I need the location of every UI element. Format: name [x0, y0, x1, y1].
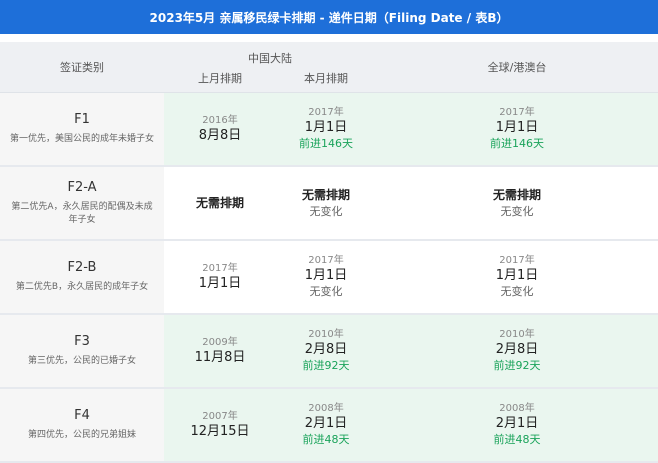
change-note: 无变化 — [309, 285, 343, 298]
change-note: 前进146天 — [490, 137, 544, 150]
year-label: 2017年 — [308, 255, 344, 266]
date-label: 2月8日 — [495, 342, 539, 357]
header-mainland: 中国大陆 — [248, 52, 292, 65]
page: 2023年5月 亲属移民绿卡排期 - 递件日期（Filing Date / 表B… — [0, 0, 658, 463]
year-label: 2009年 — [202, 337, 238, 348]
category-cell: F2-B 第二优先B，永久居民的成年子女 — [0, 241, 164, 313]
category-desc: 第三优先，公民的已婚子女 — [27, 356, 136, 366]
year-label: 2010年 — [308, 329, 344, 340]
date-label: 8月8日 — [198, 128, 242, 143]
last-month-cell: 无需排期 — [164, 167, 276, 239]
global-cell: 2010年 2月8日 前进92天 — [376, 315, 658, 387]
change-note: 前进48天 — [493, 433, 541, 446]
this-month-cell: 2008年 2月1日 前进48天 — [276, 389, 376, 461]
category-code: F4 — [74, 408, 90, 423]
year-label: 2017年 — [308, 107, 344, 118]
change-note: 前进92天 — [493, 359, 541, 372]
year-label: 2017年 — [202, 263, 238, 274]
change-note: 前进146天 — [299, 137, 353, 150]
last-month-cell: 2017年 1月1日 — [164, 241, 276, 313]
category-cell: F1 第一优先，美国公民的成年未婚子女 — [0, 93, 164, 165]
category-code: F3 — [74, 334, 90, 349]
category-desc: 第二优先B，永久居民的成年子女 — [15, 282, 149, 292]
status-label: 无需排期 — [492, 188, 541, 202]
table-row: F4 第四优先，公民的兄弟姐妹 2007年 12月15日 2008年 2月1日 … — [0, 389, 658, 463]
header-last-month: 上月排期 — [198, 72, 242, 85]
year-label: 2010年 — [499, 329, 535, 340]
this-month-cell: 无需排期 无变化 — [276, 167, 376, 239]
year-label: 2016年 — [202, 115, 238, 126]
date-label: 1月1日 — [304, 120, 348, 135]
date-label: 1月1日 — [304, 268, 348, 283]
change-note: 前进92天 — [302, 359, 350, 372]
last-month-cell: 2016年 8月8日 — [164, 93, 276, 165]
table-row: F3 第三优先，公民的已婚子女 2009年 11月8日 2010年 2月8日 前… — [0, 315, 658, 389]
date-label: 1月1日 — [495, 120, 539, 135]
last-month-cell: 2009年 11月8日 — [164, 315, 276, 387]
page-title: 2023年5月 亲属移民绿卡排期 - 递件日期（Filing Date / 表B… — [0, 0, 658, 34]
category-desc: 第一优先，美国公民的成年未婚子女 — [9, 134, 154, 144]
date-label: 2月1日 — [304, 416, 348, 431]
global-cell: 2017年 1月1日 前进146天 — [376, 93, 658, 165]
date-label: 1月1日 — [495, 268, 539, 283]
global-cell: 无需排期 无变化 — [376, 167, 658, 239]
year-label: 2017年 — [499, 107, 535, 118]
status-label: 无需排期 — [301, 188, 350, 202]
change-note: 无变化 — [309, 205, 343, 218]
this-month-cell: 2017年 1月1日 前进146天 — [276, 93, 376, 165]
date-label: 11月8日 — [194, 350, 246, 365]
category-code: F2-A — [67, 179, 97, 195]
status-label: 无需排期 — [195, 196, 244, 210]
header-category: 签证类别 — [60, 61, 104, 74]
category-desc: 第二优先A，永久居民的配偶及未成年子女 — [11, 201, 153, 225]
date-label: 2月8日 — [304, 342, 348, 357]
this-month-cell: 2010年 2月8日 前进92天 — [276, 315, 376, 387]
table-row: F1 第一优先，美国公民的成年未婚子女 2016年 8月8日 2017年 1月1… — [0, 93, 658, 167]
header-this-month: 本月排期 — [304, 72, 348, 85]
year-label: 2008年 — [499, 403, 535, 414]
date-label: 12月15日 — [190, 424, 250, 439]
table-row: F2-A 第二优先A，永久居民的配偶及未成年子女 无需排期 无需排期 无变化 无… — [0, 167, 658, 241]
change-note: 无变化 — [500, 205, 534, 218]
global-cell: 2017年 1月1日 无变化 — [376, 241, 658, 313]
header-mainland-group: 中国大陆 上月排期 本月排期 — [164, 42, 376, 92]
header-global: 全球/港澳台 — [487, 61, 547, 74]
category-code: F1 — [74, 112, 90, 127]
this-month-cell: 2017年 1月1日 无变化 — [276, 241, 376, 313]
table-row: F2-B 第二优先B，永久居民的成年子女 2017年 1月1日 2017年 1月… — [0, 241, 658, 315]
category-code: F2-B — [67, 260, 97, 275]
global-cell: 2008年 2月1日 前进48天 — [376, 389, 658, 461]
year-label: 2007年 — [202, 411, 238, 422]
visa-bulletin-table: 签证类别 中国大陆 上月排期 本月排期 全球/港澳台 F1 第一优先，美国公民的… — [0, 42, 658, 463]
change-note: 无变化 — [500, 285, 534, 298]
year-label: 2008年 — [308, 403, 344, 414]
category-cell: F4 第四优先，公民的兄弟姐妹 — [0, 389, 164, 461]
year-label: 2017年 — [499, 255, 535, 266]
category-desc: 第四优先，公民的兄弟姐妹 — [27, 430, 136, 440]
category-cell: F2-A 第二优先A，永久居民的配偶及未成年子女 — [0, 167, 164, 239]
date-label: 1月1日 — [198, 276, 242, 291]
date-label: 2月1日 — [495, 416, 539, 431]
change-note: 前进48天 — [302, 433, 350, 446]
category-cell: F3 第三优先，公民的已婚子女 — [0, 315, 164, 387]
last-month-cell: 2007年 12月15日 — [164, 389, 276, 461]
table-header: 签证类别 中国大陆 上月排期 本月排期 全球/港澳台 — [0, 42, 658, 93]
